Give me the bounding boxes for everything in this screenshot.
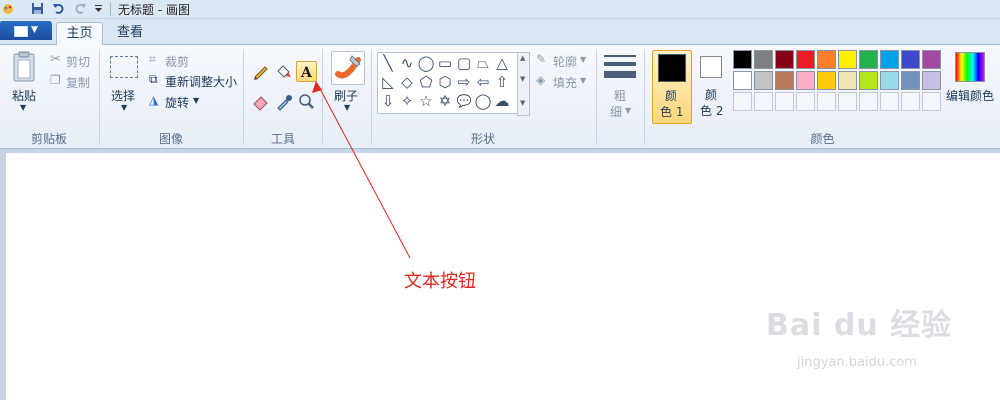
annotation-arrowhead [312, 81, 322, 93]
annotation-label: 文本按钮 [404, 271, 476, 292]
watermark-url: jingyan.baidu.com [797, 355, 917, 370]
watermark-logo: Bai du 经验 [766, 308, 953, 343]
